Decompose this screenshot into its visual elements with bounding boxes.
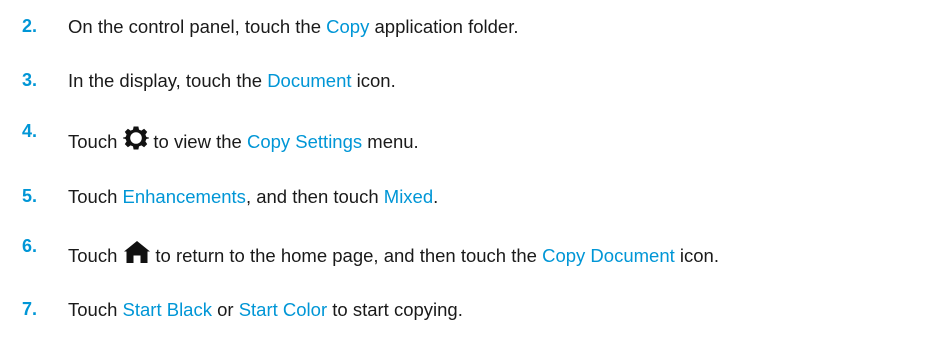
step-7: 7. Touch Start Black or Start Color to s… <box>0 296 936 336</box>
enhancements-label: Enhancements <box>122 186 246 207</box>
step-text-segment: to start copying. <box>327 299 463 320</box>
step-text: Touch to view the Copy Settings menu. <box>68 125 419 159</box>
step-number: 4. <box>22 121 38 141</box>
step-number: 2. <box>22 16 38 36</box>
copy-document-label: Copy Document <box>542 244 675 266</box>
gear-icon <box>123 125 150 157</box>
step-text-segment: application folder. <box>369 16 519 37</box>
step-text-segment: In the display, touch the <box>68 70 268 91</box>
start-black-label: Start Black <box>122 299 212 320</box>
step-text: Touch to return to the home page, and the… <box>68 240 719 272</box>
step-text-segment: to return to the home page, and then tou… <box>155 244 543 266</box>
step-text-segment: Touch <box>68 130 118 152</box>
step-text: Touch Start Black or Start Color to star… <box>68 298 463 322</box>
mixed-label: Mixed <box>383 186 434 207</box>
copy-settings-label: Copy Settings <box>246 130 363 152</box>
step-5: 5. Touch Enhancements, and then touch Mi… <box>0 183 936 223</box>
step-number: 6. <box>22 236 38 256</box>
copy-folder-link: Copy <box>326 16 370 37</box>
step-number: 7. <box>22 299 38 319</box>
step-text-segment: to view the <box>153 130 247 152</box>
step-text-segment: , and then touch <box>245 186 384 207</box>
step-text: Touch Enhancements, and then touch Mixed… <box>68 185 438 209</box>
step-4: 4. Touch to view the Copy Settings menu. <box>0 121 936 165</box>
document-icon-label: Document <box>267 70 352 91</box>
step-text-segment: icon. <box>351 70 396 91</box>
step-text-segment: icon. <box>674 244 719 266</box>
step-text-segment: . <box>433 186 439 207</box>
instruction-steps: 2. On the control panel, touch the Copy … <box>0 0 936 343</box>
step-text-segment: Touch <box>68 186 123 207</box>
step-number: 5. <box>22 186 38 206</box>
step-text-segment: Touch <box>68 244 118 266</box>
step-text: In the display, touch the Document icon. <box>68 69 396 93</box>
start-color-label: Start Color <box>238 299 328 320</box>
step-6: 6. Touch to return to the home page, and … <box>0 236 936 280</box>
step-text-segment: On the control panel, touch the <box>68 16 327 37</box>
step-number: 3. <box>22 70 38 90</box>
home-icon <box>123 240 151 270</box>
step-text-segment: Touch <box>68 299 123 320</box>
step-text: On the control panel, touch the Copy app… <box>68 15 519 39</box>
step-text-segment: or <box>211 299 239 320</box>
step-text-segment: menu. <box>362 130 419 152</box>
step-3: 3. In the display, touch the Document ic… <box>0 67 936 107</box>
step-2: 2. On the control panel, touch the Copy … <box>0 13 936 53</box>
